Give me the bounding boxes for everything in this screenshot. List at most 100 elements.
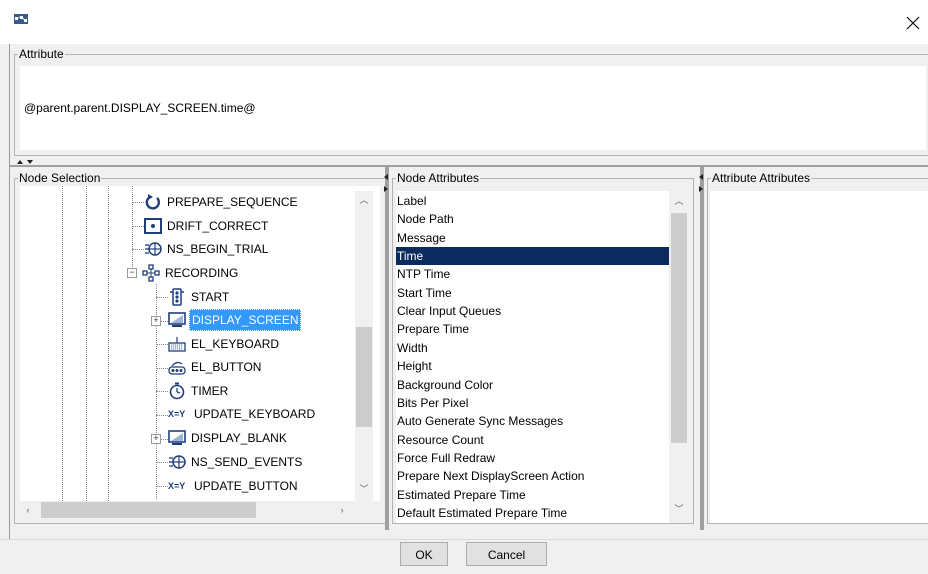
attribute-legend: Attribute	[19, 47, 64, 61]
tree-connector	[156, 297, 168, 298]
tree-connector	[156, 368, 168, 369]
tree-item-label: DRIFT_CORRECT	[167, 219, 269, 233]
list-item[interactable]: Bits Per Pixel	[396, 394, 669, 412]
attribute-expression-field[interactable]	[20, 66, 926, 150]
keyboard-icon	[168, 337, 186, 352]
expand-toggle[interactable]: +	[151, 316, 161, 326]
tree-item[interactable]: NS_BEGIN_TRIAL	[144, 239, 270, 259]
list-item[interactable]: Default Estimated Prepare Time	[396, 504, 669, 522]
tree-connector	[132, 202, 144, 203]
tree-item[interactable]: TIMER	[168, 381, 230, 401]
network-icon	[145, 242, 162, 256]
list-item[interactable]: Clear Input Queues	[396, 302, 669, 320]
tree-connector	[156, 462, 168, 463]
tree-item[interactable]: X=Y UPDATE_BUTTON	[168, 476, 300, 496]
scroll-thumb[interactable]	[671, 213, 687, 443]
attribute-attributes-panel[interactable]	[710, 191, 928, 523]
tree-item[interactable]: START	[168, 287, 231, 307]
list-item[interactable]: Height	[396, 357, 669, 375]
tree-horizontal-scrollbar[interactable]: ‹ ›	[20, 501, 355, 519]
cancel-button[interactable]: Cancel	[466, 542, 547, 566]
list-item[interactable]: Prepare Next DisplayScreen Action	[396, 467, 669, 485]
tree-item-label: UPDATE_BUTTON	[194, 479, 298, 493]
list-item[interactable]: Background Color	[396, 376, 669, 394]
splitter-arrows-icon[interactable]	[383, 174, 389, 194]
display-screen-icon	[168, 430, 186, 445]
tree-item[interactable]: RECORDING	[142, 263, 240, 283]
tree-item[interactable]: DRIFT_CORRECT	[144, 216, 270, 236]
tree-guide	[108, 186, 109, 501]
tree-connector	[156, 344, 168, 345]
button-box-icon	[168, 361, 186, 375]
list-item[interactable]: Estimated Prepare Time	[396, 486, 669, 504]
update-attribute-icon: X=Y	[168, 481, 186, 491]
list-item-selected[interactable]: Time	[396, 247, 669, 266]
splitter-arrows-icon[interactable]	[698, 174, 704, 194]
scroll-right-icon[interactable]: ›	[336, 504, 348, 516]
scroll-up-icon[interactable]: ︿	[355, 194, 373, 206]
prepare-sequence-icon	[145, 194, 160, 210]
tree-item[interactable]: NS_SEND_EVENTS	[168, 452, 304, 472]
list-item[interactable]: NTP Time	[396, 265, 669, 283]
node-tree[interactable]: − + + PREPARE_SEQUENCE DRIFT_CORRECT NS_…	[20, 186, 380, 501]
node-attributes-list[interactable]: Label Node Path Message Time NTP Time Start T…	[396, 191, 689, 523]
node-selection-legend: Node Selection	[19, 171, 101, 185]
tree-guide	[62, 186, 63, 501]
node-graph-icon	[14, 14, 28, 24]
list-item[interactable]: Auto Generate Sync Messages	[396, 412, 669, 430]
list-item[interactable]: Resource Count	[396, 431, 669, 449]
scroll-left-icon[interactable]: ‹	[22, 504, 34, 516]
network-icon	[169, 455, 186, 469]
tree-item-selected[interactable]: DISPLAY_SCREEN	[168, 309, 302, 331]
window-frame	[9, 44, 10, 540]
close-icon[interactable]	[902, 12, 924, 34]
list-item[interactable]: Label	[396, 192, 669, 210]
tree-vertical-scrollbar[interactable]: ︿ ﹀	[355, 191, 373, 501]
recording-icon	[142, 264, 160, 282]
tree-item-label: EL_KEYBOARD	[191, 337, 280, 351]
tree-item-label: NS_SEND_EVENTS	[191, 455, 303, 469]
tree-connector	[156, 391, 168, 392]
tree-item[interactable]: PREPARE_SEQUENCE	[144, 192, 299, 212]
list-item[interactable]: Node Path	[396, 210, 669, 228]
scroll-down-icon[interactable]: ﹀	[669, 503, 689, 515]
tree-connector	[132, 226, 144, 227]
tree-item-label: EL_BUTTON	[191, 360, 262, 374]
expand-toggle[interactable]: +	[151, 434, 161, 444]
list-item[interactable]: Width	[396, 339, 669, 357]
start-icon	[170, 288, 184, 306]
tree-connector	[156, 415, 168, 416]
tree-item[interactable]: DISPLAY_BLANK	[168, 428, 289, 448]
list-item[interactable]: Message	[396, 229, 669, 247]
list-item[interactable]: Start Time	[396, 284, 669, 302]
title-bar	[0, 0, 928, 44]
drift-correct-icon	[144, 218, 162, 234]
list-item[interactable]: Prepare Time	[396, 320, 669, 338]
scroll-down-icon[interactable]: ﹀	[355, 483, 373, 495]
scroll-up-icon[interactable]: ︿	[669, 195, 689, 207]
splitter-arrows-icon[interactable]	[17, 159, 35, 165]
tree-item-label: DISPLAY_BLANK	[191, 431, 287, 445]
tree-item-label: DISPLAY_SCREEN	[189, 309, 302, 331]
vertical-splitter[interactable]	[700, 166, 704, 530]
ok-button[interactable]: OK	[400, 542, 448, 566]
tree-item[interactable]: EL_BUTTON	[168, 357, 263, 377]
collapse-toggle[interactable]: −	[127, 268, 137, 278]
scroll-thumb[interactable]	[356, 327, 372, 427]
tree-item[interactable]: EL_KEYBOARD	[168, 334, 281, 354]
tree-item-label: START	[191, 290, 230, 304]
vertical-splitter[interactable]	[385, 166, 389, 530]
node-attributes-legend: Node Attributes	[397, 171, 480, 185]
tree-item-label: TIMER	[191, 384, 229, 398]
list-item[interactable]: Force Full Redraw	[396, 449, 669, 467]
tree-connector	[132, 249, 144, 250]
tree-item[interactable]: X=Y UPDATE_KEYBOARD	[168, 404, 317, 424]
timer-icon	[169, 382, 185, 400]
tree-guide	[132, 186, 133, 271]
tree-item-label: RECORDING	[165, 266, 239, 280]
horizontal-splitter[interactable]	[10, 157, 928, 167]
attributes-vertical-scrollbar[interactable]: ︿ ﹀	[669, 191, 689, 523]
display-screen-icon	[168, 312, 186, 327]
button-bar-divider	[0, 539, 928, 540]
scroll-thumb[interactable]	[41, 502, 256, 518]
